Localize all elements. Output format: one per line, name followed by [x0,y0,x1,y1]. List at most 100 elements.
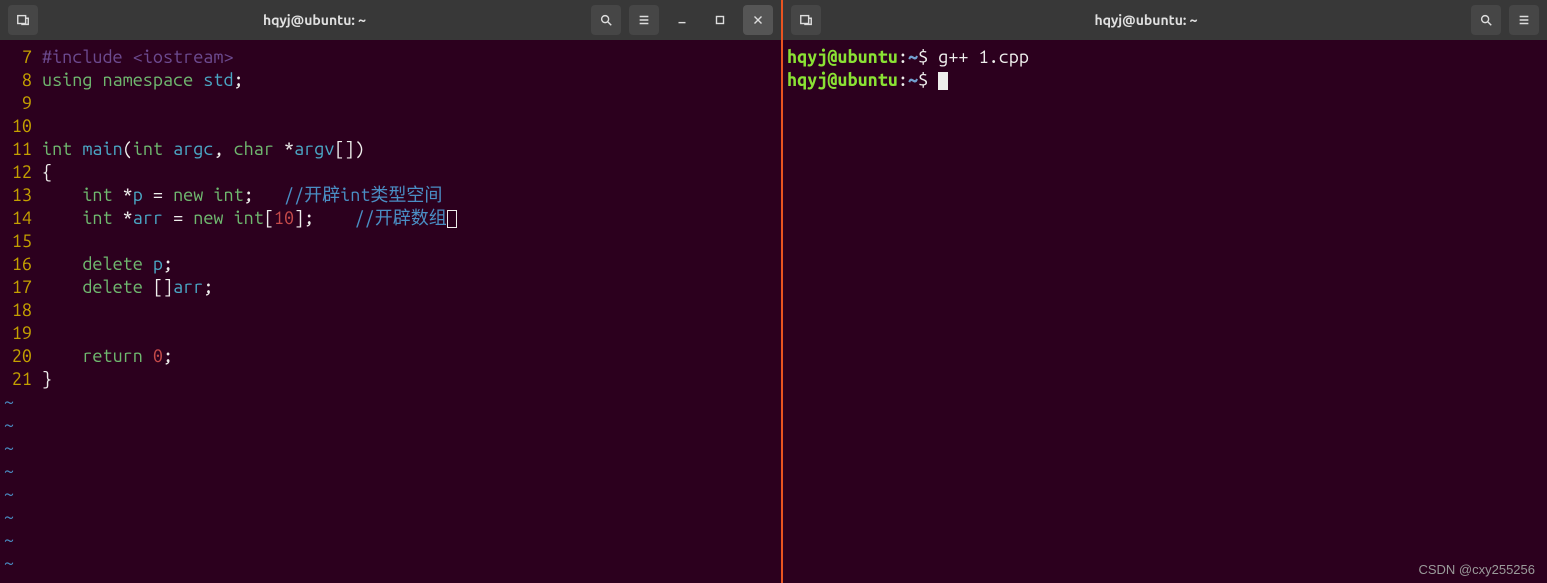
prompt-path: ~ [908,70,918,90]
vim-tilde: ~ [4,438,14,458]
code-token: p [153,254,163,274]
code-token: //开辟数组 [355,208,447,228]
code-line: 15 [4,230,777,253]
code-token: argc [173,139,213,159]
vim-tilde: ~ [4,530,14,550]
line-number: 10 [4,115,32,138]
close-button[interactable] [743,5,773,35]
line-number: 8 [4,69,32,92]
code-token: } [42,369,52,389]
line-number: 18 [4,299,32,322]
code-token: main [82,139,122,159]
editor-window: hqyj@ubuntu: ~ 7#include <iostream>8 usin… [0,0,783,583]
code-token: , [213,139,233,159]
vim-tilde: ~ [4,392,14,412]
code-token: ; [163,254,173,274]
vim-tilde: ~ [4,507,14,527]
shell-command: g++ 1.cpp [938,47,1029,67]
code-token: p [133,185,143,205]
code-token: delete [82,277,153,297]
code-token: int [82,185,122,205]
terminal-window: hqyj@ubuntu: ~ hqyj@ubuntu:~$ g++ 1.cpph… [783,0,1547,583]
code-token: [] [153,277,173,297]
code-token: //开辟int类型空间 [284,185,442,205]
code-line: 10 [4,115,777,138]
code-line: 16 delete p; [4,253,777,276]
code-token: = [143,185,173,205]
code-line: 9 [4,92,777,115]
code-token: using [42,70,102,90]
shell-cursor [938,72,948,90]
code-token: char [234,139,284,159]
code-line: 21} [4,368,777,391]
code-line: 8using namespace std; [4,69,777,92]
code-token: arr [173,277,203,297]
prompt-sep: : [898,47,908,67]
minimize-button[interactable] [667,5,697,35]
editor-body[interactable]: 7#include <iostream>8 using namespace std… [0,40,781,583]
code-token: int [82,208,122,228]
code-token [42,185,82,205]
watermark: CSDN @cxy255256 [1418,562,1535,577]
window-title-left: hqyj@ubuntu: ~ [46,12,583,28]
line-number: 16 [4,253,32,276]
line-number: 11 [4,138,32,161]
code-token: int [234,208,264,228]
vim-tilde: ~ [4,484,14,504]
code-token: namespace [102,70,203,90]
prompt-user: hqyj [787,47,827,67]
prompt-path: ~ [908,47,918,67]
code-token: delete [82,254,153,274]
line-number: 17 [4,276,32,299]
prompt-sep: : [898,70,908,90]
prompt-host: @ubuntu [827,70,898,90]
vim-tilde: ~ [4,461,14,481]
code-token: { [42,162,52,182]
menu-button[interactable] [1509,5,1539,35]
code-token: std [203,70,233,90]
code-token: ]; [294,208,354,228]
new-tab-button[interactable] [8,5,38,35]
maximize-button[interactable] [705,5,735,35]
code-token: argv [294,139,334,159]
prompt-sep: $ [918,47,938,67]
line-number: 13 [4,184,32,207]
code-line: 7#include <iostream> [4,46,777,69]
line-number: 12 [4,161,32,184]
code-token: [ [264,208,274,228]
code-token: ; [244,185,284,205]
code-token [42,277,82,297]
terminal-body[interactable]: hqyj@ubuntu:~$ g++ 1.cpphqyj@ubuntu:~$ [783,40,1547,583]
line-number: 20 [4,345,32,368]
code-line: 19 [4,322,777,345]
code-token: * [284,139,294,159]
shell-line: hqyj@ubuntu:~$ [787,69,1543,92]
code-token: * [123,185,133,205]
code-token: return [82,346,153,366]
code-token: ; [203,277,213,297]
code-token: <iostream> [133,47,234,67]
code-token: = [163,208,193,228]
code-token: 0 [153,346,163,366]
search-button[interactable] [1471,5,1501,35]
titlebar-left[interactable]: hqyj@ubuntu: ~ [0,0,781,40]
titlebar-right[interactable]: hqyj@ubuntu: ~ [783,0,1547,40]
vim-tilde: ~ [4,553,14,573]
code-token: ; [163,346,173,366]
shell-line: hqyj@ubuntu:~$ g++ 1.cpp [787,46,1543,69]
menu-button[interactable] [629,5,659,35]
line-number: 9 [4,92,32,115]
new-tab-button[interactable] [791,5,821,35]
code-token [42,346,82,366]
line-number: 19 [4,322,32,345]
line-number: 15 [4,230,32,253]
search-button[interactable] [591,5,621,35]
window-title-right: hqyj@ubuntu: ~ [829,12,1463,28]
editor-cursor [447,210,457,228]
code-token [42,254,82,274]
code-line: 18 [4,299,777,322]
code-line: 12 { [4,161,777,184]
prompt-user: hqyj [787,70,827,90]
line-number: 7 [4,46,32,69]
vim-tilde: ~ [4,415,14,435]
